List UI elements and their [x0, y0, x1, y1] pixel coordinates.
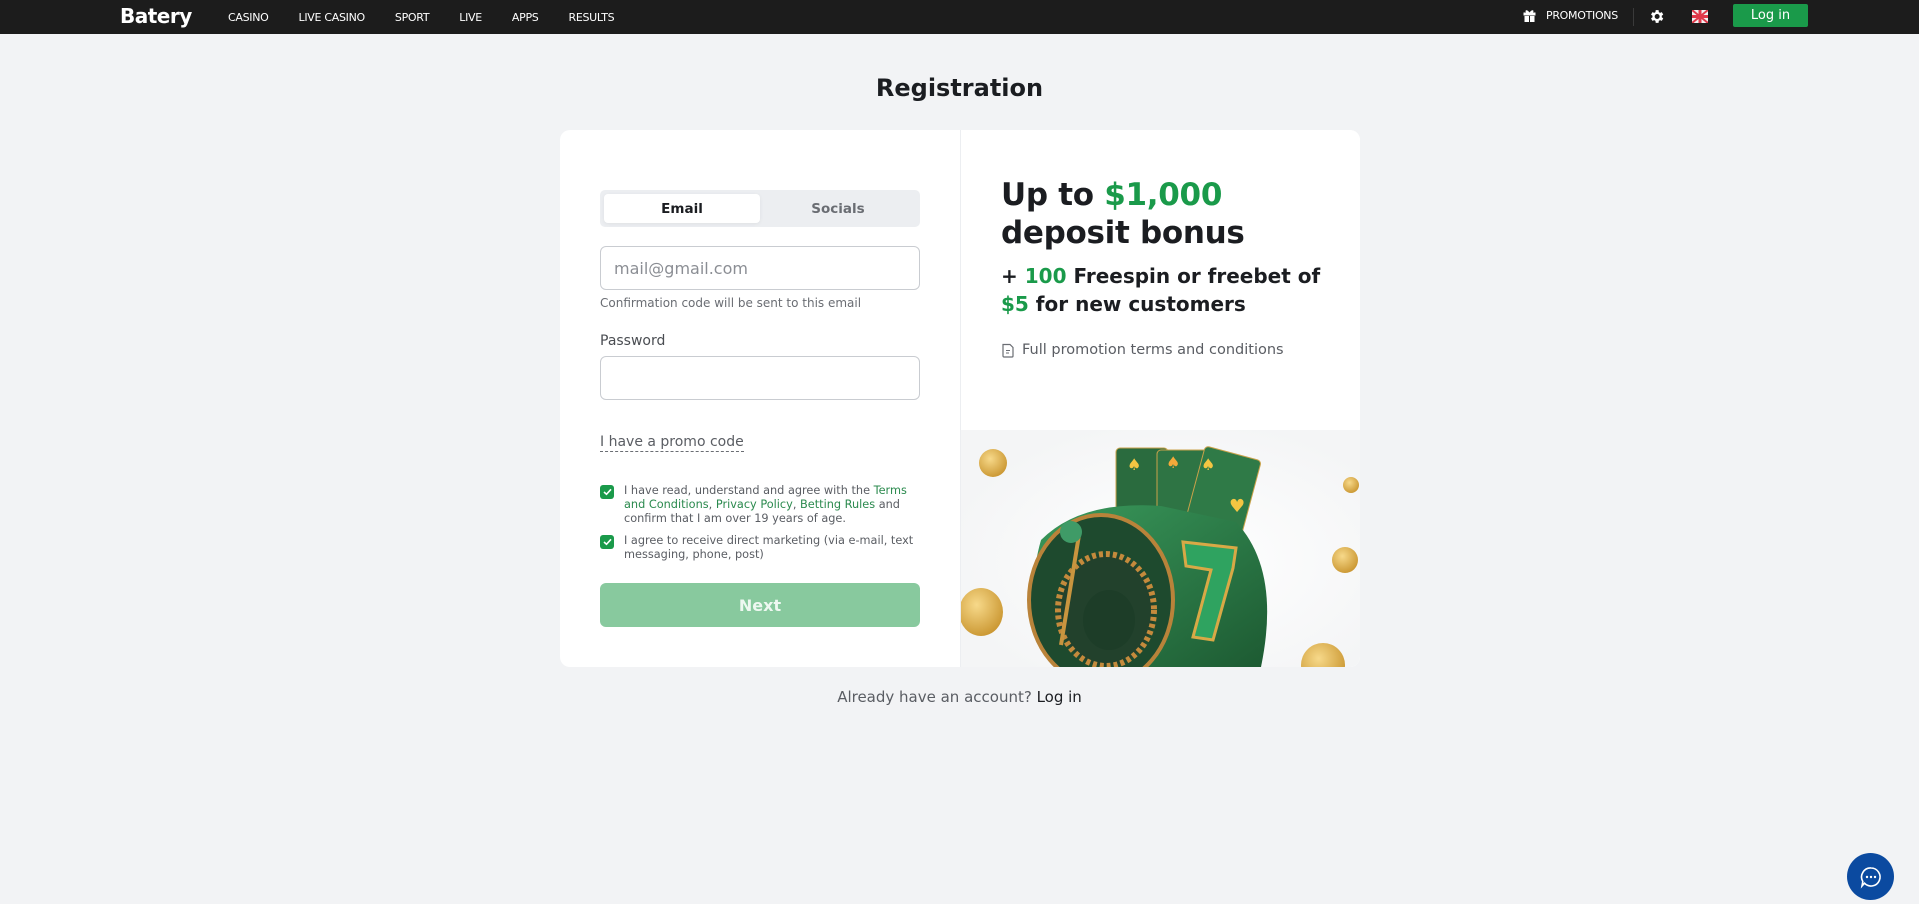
betting-rules-link[interactable]: Betting Rules [800, 498, 875, 511]
promotion-terms-link[interactable]: Full promotion terms and conditions [1001, 342, 1284, 358]
coin [961, 588, 1003, 636]
top-navigation-bar: Batery CASINO LIVE CASINO SPORT LIVE APP… [0, 0, 1919, 34]
coin [1332, 547, 1358, 573]
password-input[interactable] [600, 356, 920, 400]
consent-separator: , [792, 498, 801, 511]
checkmark-icon [602, 538, 612, 546]
slot-machine-illustration: ♠ ♠ ♠ ♥ [961, 430, 1360, 667]
already-have-account-text: Already have an account? [837, 688, 1037, 706]
email-input[interactable] [600, 246, 920, 290]
nav-sport[interactable]: SPORT [395, 11, 430, 24]
terms-checkbox[interactable] [600, 485, 614, 499]
nav-live[interactable]: LIVE [459, 11, 482, 24]
svg-text:♠: ♠ [1201, 455, 1215, 474]
coin [979, 449, 1007, 477]
gear-icon[interactable] [1648, 8, 1665, 25]
footer-login-link[interactable]: Log in [1037, 688, 1082, 706]
nav-casino[interactable]: CASINO [228, 11, 269, 24]
uk-flag-icon[interactable] [1692, 10, 1708, 23]
consent-text-part: I have read, understand and agree with t… [624, 484, 874, 497]
main-nav: CASINO LIVE CASINO SPORT LIVE APPS RESUL… [228, 0, 644, 34]
bonus-title-text: deposit bonus [1001, 215, 1245, 251]
email-hint: Confirmation code will be sent to this e… [600, 296, 862, 310]
page-title: Registration [875, 74, 1044, 102]
bonus-title: Up to $1,000 deposit bonus [1001, 176, 1341, 252]
nav-apps[interactable]: APPS [512, 11, 539, 24]
terms-consent-row: I have read, understand and agree with t… [600, 484, 920, 526]
document-icon [1002, 343, 1014, 358]
svg-text:♥: ♥ [1229, 496, 1245, 517]
registration-method-tabs: Email Socials [600, 190, 920, 227]
bonus-title-text: Up to [1001, 177, 1105, 213]
live-chat-button[interactable] [1847, 853, 1894, 900]
bonus-subtitle-text: for new customers [1028, 292, 1246, 316]
promo-code-link[interactable]: I have a promo code [600, 433, 744, 452]
batery-logo[interactable]: Batery [120, 4, 192, 28]
nav-divider [1633, 8, 1634, 26]
nav-live-casino[interactable]: LIVE CASINO [299, 11, 366, 24]
gift-icon [1523, 10, 1536, 22]
svg-text:♠: ♠ [1127, 455, 1141, 474]
promotions-link[interactable]: PROMOTIONS [1523, 9, 1618, 22]
tab-email[interactable]: Email [604, 194, 760, 223]
chat-bubble-icon [1860, 866, 1881, 889]
bonus-subtitle-text: Freespin or freebet of [1066, 264, 1321, 288]
bonus-subtitle-text: + [1001, 264, 1025, 288]
consent-separator: , [708, 498, 716, 511]
header-login-button[interactable]: Log in [1733, 4, 1808, 27]
privacy-policy-link[interactable]: Privacy Policy [716, 498, 793, 511]
marketing-consent-text: I agree to receive direct marketing (via… [624, 534, 914, 561]
registration-form: Email Socials Confirmation code will be … [560, 130, 960, 667]
promo-panel: Up to $1,000 deposit bonus + 100 Freespi… [961, 130, 1360, 667]
marketing-checkbox[interactable] [600, 535, 614, 549]
marketing-consent-row: I agree to receive direct marketing (via… [600, 534, 920, 562]
svg-text:♠: ♠ [1166, 453, 1180, 472]
checkmark-icon [602, 488, 612, 496]
freebet-amount: $5 [1001, 292, 1029, 316]
bonus-amount: $1,000 [1104, 177, 1223, 213]
promotions-label: PROMOTIONS [1546, 9, 1618, 22]
promotion-terms-label: Full promotion terms and conditions [1022, 342, 1284, 358]
tab-socials[interactable]: Socials [760, 194, 916, 223]
registration-card: Email Socials Confirmation code will be … [560, 130, 1360, 667]
next-button[interactable]: Next [600, 583, 920, 627]
coin [1343, 477, 1359, 493]
password-label: Password [600, 333, 666, 349]
bonus-subtitle: + 100 Freespin or freebet of $5 for new … [1001, 262, 1321, 318]
already-have-account: Already have an account? Log in [0, 688, 1919, 706]
terms-consent-text: I have read, understand and agree with t… [624, 484, 920, 526]
nav-results[interactable]: RESULTS [568, 11, 614, 24]
freespin-count: 100 [1024, 264, 1067, 288]
